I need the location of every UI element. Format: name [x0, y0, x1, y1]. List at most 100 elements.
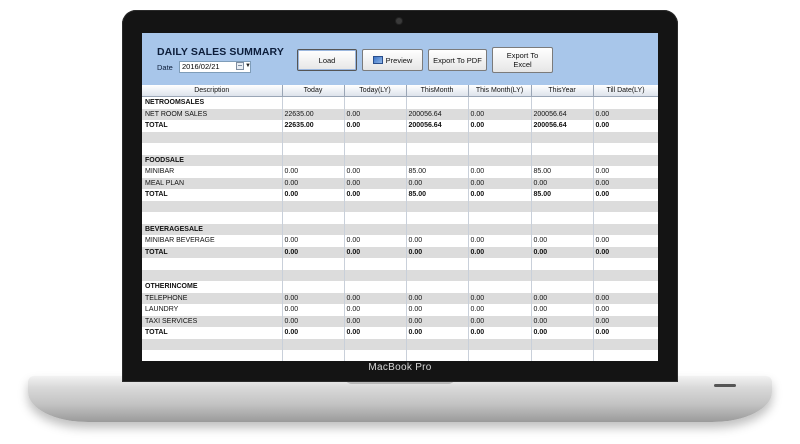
column-header-this-month-ly[interactable]: This Month(LY) — [468, 85, 532, 97]
value-cell — [406, 338, 469, 350]
value-cell — [468, 212, 532, 224]
description-cell — [142, 131, 283, 143]
blank-row[interactable] — [142, 131, 658, 143]
category-row[interactable]: BEVERAGESALE — [142, 223, 658, 235]
value-cell: 85.00 — [531, 189, 594, 201]
value-cell: 0.00 — [531, 292, 594, 304]
blank-row[interactable] — [142, 212, 658, 224]
value-cell: 0.00 — [593, 327, 658, 339]
value-cell — [593, 350, 658, 361]
column-header-this-month[interactable]: ThisMonth — [406, 85, 469, 97]
value-cell — [406, 200, 469, 212]
table-header-row: Description Today Today(LY) ThisMonth Th… — [142, 85, 658, 97]
total-row[interactable]: TOTAL 0.00 0.00 0.00 0.00 0.00 0.00 — [142, 327, 658, 339]
chevron-down-icon[interactable]: ▼ — [245, 61, 251, 71]
value-cell — [468, 131, 532, 143]
blank-row[interactable] — [142, 200, 658, 212]
table-row[interactable]: MEAL PLAN 0.00 0.00 0.00 0.00 0.00 0.00 — [142, 177, 658, 189]
value-cell — [593, 281, 658, 293]
value-cell: 0.00 — [593, 246, 658, 258]
total-row[interactable]: TOTAL 22635.00 0.00 200056.64 0.00 200056.64 0… — [142, 120, 658, 132]
blank-row[interactable] — [142, 258, 658, 270]
value-cell: 0.00 — [593, 120, 658, 132]
value-cell: 200056.64 — [406, 120, 469, 132]
description-cell: TELEPHONE — [142, 292, 283, 304]
value-cell — [344, 96, 407, 109]
value-cell: 0.00 — [531, 304, 594, 316]
value-cell — [406, 350, 469, 361]
table-row[interactable]: MINIBAR BEVERAGE 0.00 0.00 0.00 0.00 0.00 0.00 — [142, 235, 658, 247]
value-cell — [468, 223, 532, 235]
value-cell: 0.00 — [344, 166, 407, 178]
value-cell — [531, 131, 594, 143]
value-cell: 200056.64 — [531, 108, 594, 120]
value-cell — [282, 200, 345, 212]
value-cell — [406, 281, 469, 293]
table-row[interactable]: NET ROOM SALES 22635.00 0.00 200056.64 0.00 2… — [142, 108, 658, 120]
value-cell: 0.00 — [344, 315, 407, 327]
value-cell: 22635.00 — [282, 108, 345, 120]
value-cell — [406, 143, 469, 155]
column-header-today[interactable]: Today — [282, 85, 345, 97]
description-cell — [142, 269, 283, 281]
description-cell: MEAL PLAN — [142, 177, 283, 189]
value-cell: 0.00 — [344, 177, 407, 189]
value-cell: 0.00 — [593, 189, 658, 201]
value-cell — [344, 212, 407, 224]
load-button[interactable]: Load — [297, 49, 357, 71]
value-cell — [406, 131, 469, 143]
value-cell — [593, 269, 658, 281]
value-cell: 0.00 — [282, 235, 345, 247]
description-cell: NET ROOM SALES — [142, 108, 283, 120]
value-cell — [593, 223, 658, 235]
value-cell: 0.00 — [593, 304, 658, 316]
value-cell: 0.00 — [344, 235, 407, 247]
table-row[interactable]: LAUNDRY 0.00 0.00 0.00 0.00 0.00 0.00 — [142, 304, 658, 316]
value-cell: 0.00 — [593, 315, 658, 327]
total-row[interactable]: TOTAL 0.00 0.00 0.00 0.00 0.00 0.00 — [142, 246, 658, 258]
value-cell — [531, 258, 594, 270]
table-row[interactable]: TELEPHONE 0.00 0.00 0.00 0.00 0.00 0.00 — [142, 292, 658, 304]
table-row[interactable]: MINIBAR 0.00 0.00 85.00 0.00 85.00 0.00 — [142, 166, 658, 178]
blank-row[interactable] — [142, 269, 658, 281]
description-cell: TOTAL — [142, 120, 283, 132]
value-cell — [531, 212, 594, 224]
category-row[interactable]: OTHERINCOME — [142, 281, 658, 293]
category-row[interactable]: NETROOMSALES — [142, 96, 658, 109]
value-cell: 0.00 — [468, 166, 532, 178]
value-cell: 0.00 — [406, 315, 469, 327]
value-cell: 0.00 — [344, 304, 407, 316]
value-cell — [593, 258, 658, 270]
blank-row[interactable] — [142, 143, 658, 155]
column-header-till-date-ly[interactable]: Till Date(LY) — [593, 85, 658, 97]
description-cell — [142, 212, 283, 224]
value-cell: 0.00 — [468, 327, 532, 339]
value-cell — [531, 281, 594, 293]
value-cell: 0.00 — [282, 292, 345, 304]
blank-row[interactable] — [142, 338, 658, 350]
value-cell — [468, 269, 532, 281]
preview-button[interactable]: Preview — [362, 49, 423, 71]
column-header-today-ly[interactable]: Today(LY) — [344, 85, 407, 97]
table-row[interactable]: TAXI SERVICES 0.00 0.00 0.00 0.00 0.00 0.00 — [142, 315, 658, 327]
description-cell — [142, 258, 283, 270]
total-row[interactable]: TOTAL 0.00 0.00 85.00 0.00 85.00 0.00 — [142, 189, 658, 201]
export-pdf-button[interactable]: Export To PDF — [428, 49, 487, 71]
value-cell: 0.00 — [531, 327, 594, 339]
description-cell: MINIBAR BEVERAGE — [142, 235, 283, 247]
value-cell — [531, 200, 594, 212]
value-cell: 200056.64 — [406, 108, 469, 120]
value-cell — [406, 212, 469, 224]
category-row[interactable]: FOODSALE — [142, 154, 658, 166]
column-header-description[interactable]: Description — [142, 85, 283, 97]
calendar-icon[interactable] — [236, 62, 244, 70]
description-cell: OTHERINCOME — [142, 281, 283, 293]
column-header-this-year[interactable]: ThisYear — [531, 85, 594, 97]
export-excel-button[interactable]: Export To Excel — [492, 47, 553, 73]
blank-row[interactable] — [142, 350, 658, 361]
laptop-indicator — [714, 384, 736, 387]
value-cell — [468, 338, 532, 350]
preview-icon — [372, 56, 383, 64]
value-cell: 0.00 — [593, 166, 658, 178]
value-cell: 0.00 — [468, 120, 532, 132]
